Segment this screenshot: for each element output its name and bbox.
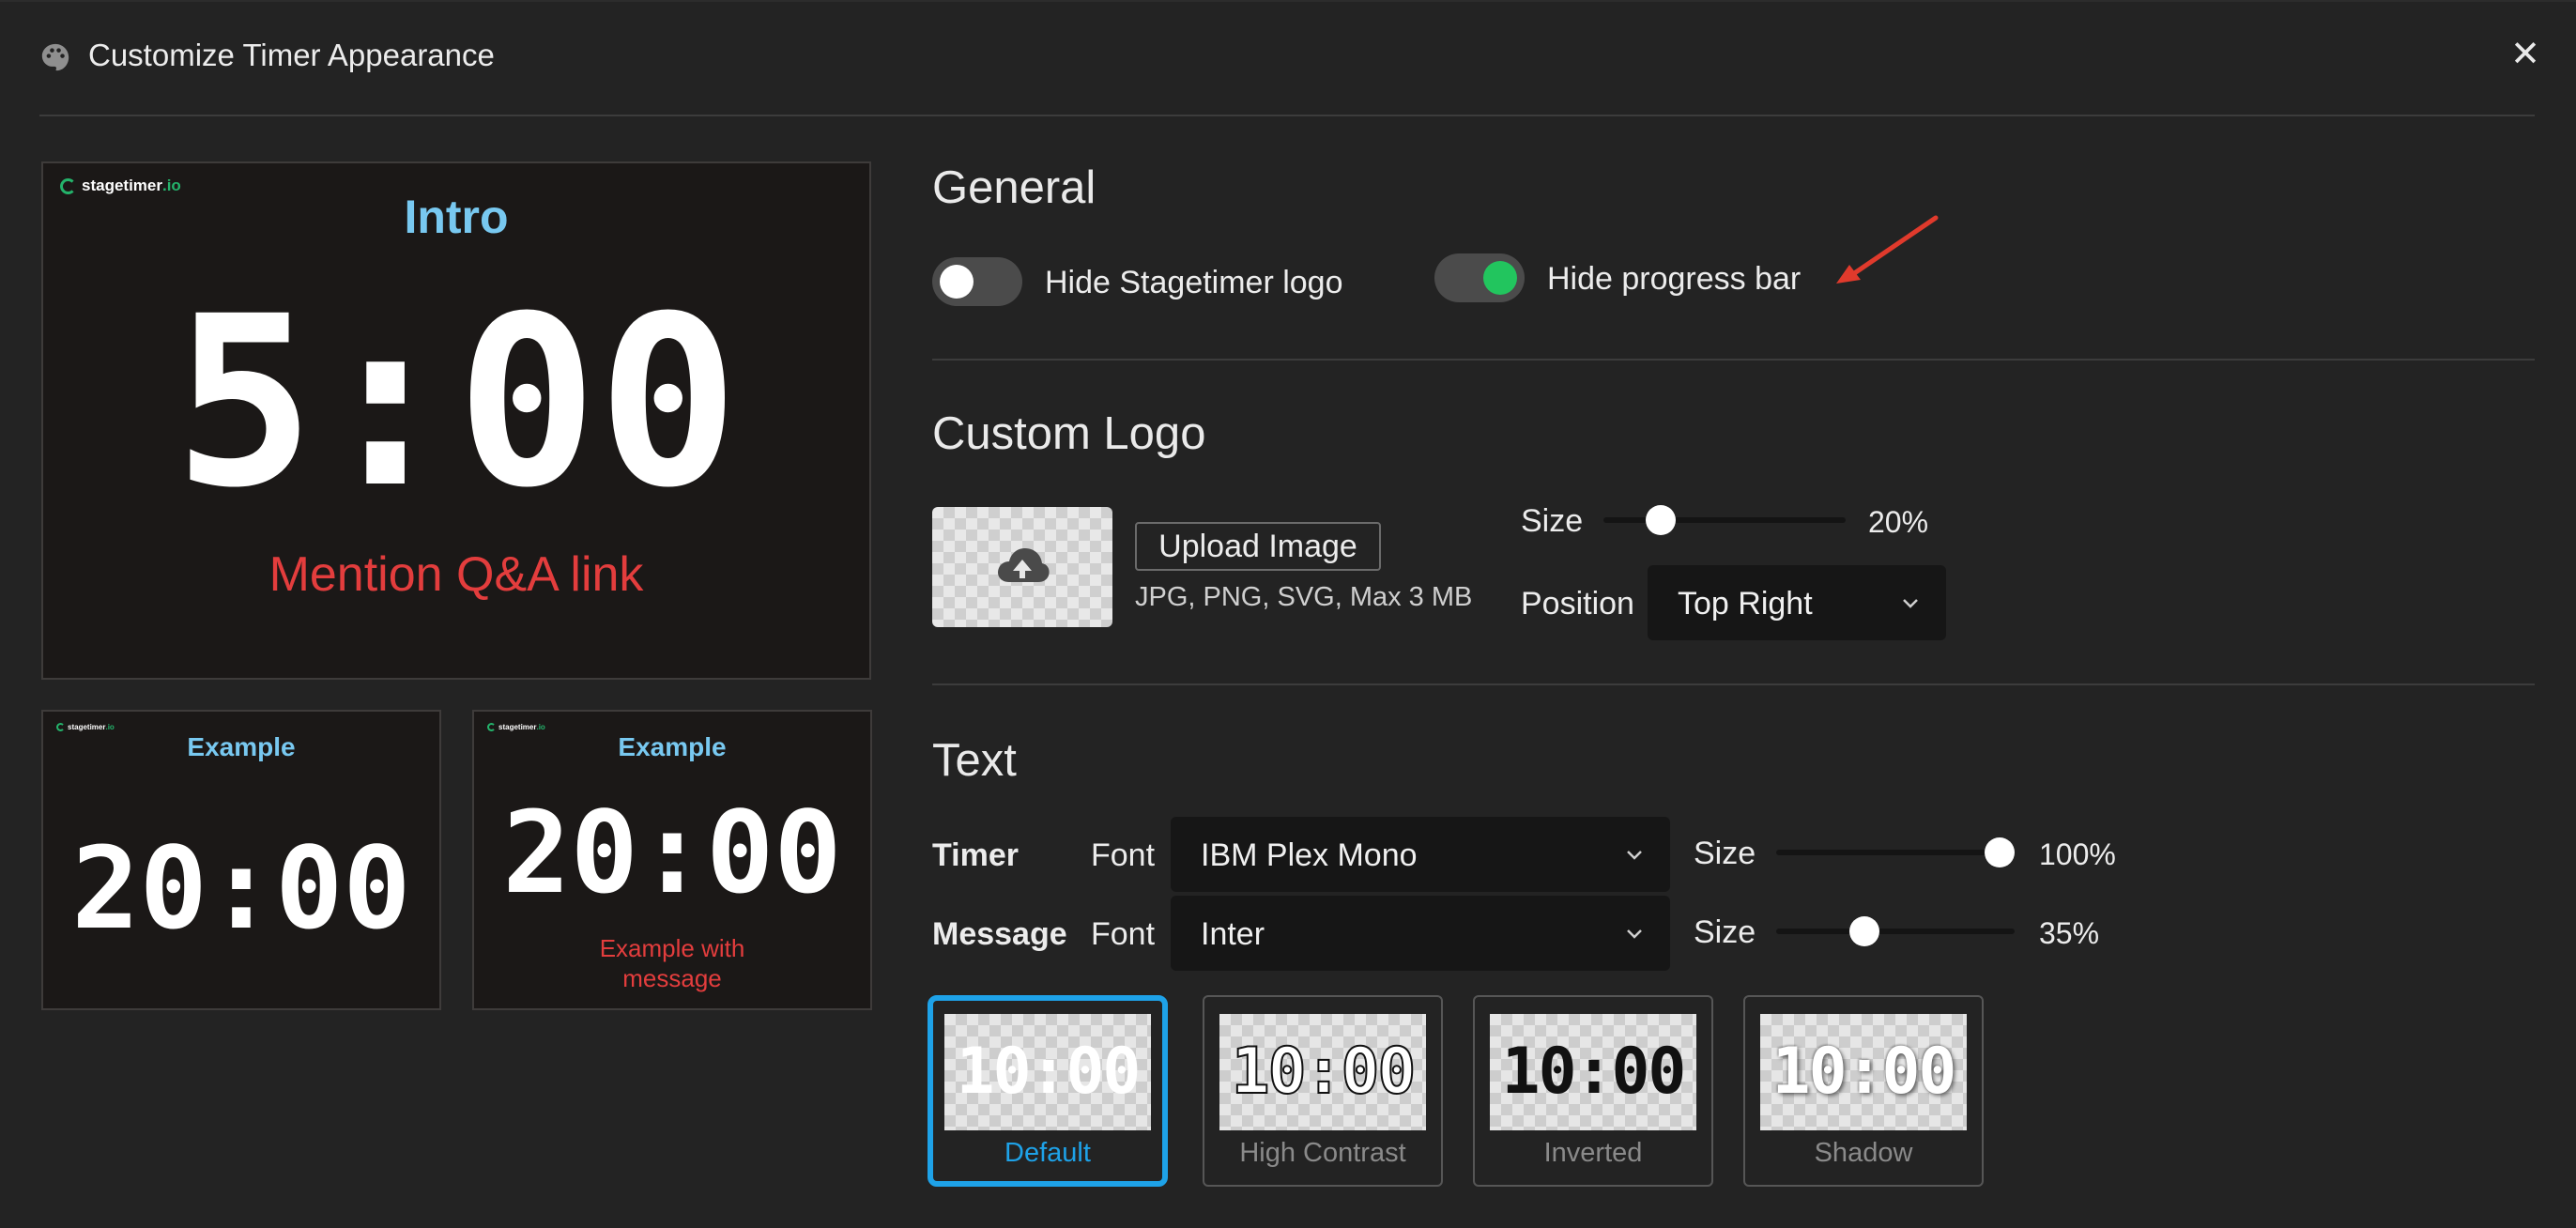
style-name: Inverted	[1543, 1138, 1643, 1168]
preview-timer: 5:00	[173, 266, 740, 539]
logo-text: stagetimer	[68, 723, 106, 731]
timer-size-label: Size	[1694, 836, 1756, 871]
message-size-slider[interactable]	[1776, 913, 2015, 950]
logo-text: stagetimer	[498, 723, 537, 731]
style-sample: 10:00	[944, 1014, 1151, 1130]
annotation-arrow-icon	[1836, 215, 1939, 284]
hide-logo-label: Hide Stagetimer logo	[1045, 265, 1343, 300]
hide-logo-toggle[interactable]	[932, 257, 1022, 306]
chevron-down-icon	[1627, 929, 1642, 939]
timer-preview-example-2: stagetimer .io Example 20:00 Example with…	[472, 710, 872, 1010]
logo-upload-dropzone[interactable]	[932, 507, 1112, 627]
dialog-header: Customize Timer Appearance ✕	[0, 0, 2576, 115]
section-divider	[932, 683, 2535, 685]
logo-position-label: Position	[1521, 586, 1634, 622]
message-font-select[interactable]: Inter	[1171, 896, 1670, 971]
select-value: Top Right	[1678, 586, 1813, 622]
slider-thumb[interactable]	[1985, 837, 2015, 867]
message-row-label: Message	[932, 916, 1067, 952]
section-heading-general: General	[932, 162, 1096, 213]
preview-timer: 20:00	[71, 824, 411, 955]
section-heading-text: Text	[932, 735, 1017, 786]
slider-thumb[interactable]	[1848, 916, 1879, 946]
preview-timer: 20:00	[502, 789, 842, 919]
stagetimer-logo: stagetimer .io	[56, 723, 115, 731]
slider-track	[1776, 929, 2015, 934]
hide-progress-label: Hide progress bar	[1547, 261, 1802, 297]
preview-title: Intro	[404, 191, 509, 243]
style-option-default[interactable]: 10:00 Default	[928, 995, 1168, 1187]
timer-size-slider[interactable]	[1776, 834, 2015, 871]
timer-preview-example-1: stagetimer .io Example 20:00	[41, 710, 441, 1010]
cloud-upload-icon	[998, 548, 1050, 582]
style-name: Shadow	[1814, 1138, 1913, 1168]
chevron-down-icon	[1903, 599, 1918, 608]
header-divider	[39, 115, 2535, 116]
logo-ring-icon	[56, 723, 65, 731]
close-icon[interactable]: ✕	[2507, 36, 2544, 73]
preview-message: Example with message	[599, 934, 745, 992]
logo-size-slider[interactable]	[1603, 501, 1846, 539]
slider-thumb[interactable]	[1646, 505, 1677, 535]
select-value: Inter	[1201, 916, 1265, 952]
logo-ring-icon	[487, 723, 496, 731]
logo-suffix: .io	[536, 723, 545, 731]
slider-track	[1776, 850, 2015, 855]
dialog-title: Customize Timer Appearance	[88, 38, 495, 72]
chevron-down-icon	[1627, 851, 1642, 860]
timer-preview-main: stagetimer .io Intro 5:00 Mention Q&A lin…	[41, 161, 871, 680]
preview-title: Example	[187, 732, 296, 761]
section-heading-custom-logo: Custom Logo	[932, 408, 1206, 459]
select-value: IBM Plex Mono	[1201, 837, 1418, 873]
style-option-inverted[interactable]: 10:00 Inverted	[1473, 995, 1713, 1187]
style-sample: 10:00	[1490, 1014, 1696, 1130]
toggle-knob	[940, 265, 974, 299]
style-sample: 10:00	[1219, 1014, 1426, 1130]
style-option-shadow[interactable]: 10:00 Shadow	[1743, 995, 1984, 1187]
upload-hint: JPG, PNG, SVG, Max 3 MB	[1135, 582, 1473, 612]
palette-icon	[41, 43, 69, 71]
toggle-knob	[1483, 261, 1517, 295]
style-name: Default	[1004, 1138, 1091, 1168]
preview-message: Mention Q&A link	[268, 547, 644, 602]
logo-suffix: .io	[105, 723, 115, 731]
timer-font-select[interactable]: IBM Plex Mono	[1171, 817, 1670, 892]
section-divider	[932, 359, 2535, 361]
logo-size-label: Size	[1521, 503, 1584, 539]
message-font-label: Font	[1091, 916, 1156, 952]
message-size-value: 35%	[2039, 916, 2100, 950]
hide-progress-toggle[interactable]	[1434, 253, 1525, 302]
logo-position-select[interactable]: Top Right	[1648, 565, 1946, 640]
stagetimer-logo: stagetimer .io	[487, 723, 545, 731]
timer-size-value: 100%	[2039, 837, 2116, 871]
logo-size-value: 20%	[1868, 505, 1929, 539]
style-sample: 10:00	[1760, 1014, 1967, 1130]
timer-font-label: Font	[1091, 837, 1156, 873]
style-option-high-contrast[interactable]: 10:00 High Contrast	[1203, 995, 1443, 1187]
timer-row-label: Timer	[932, 837, 1019, 873]
slider-track	[1603, 517, 1846, 523]
upload-image-button[interactable]: Upload Image	[1135, 522, 1381, 571]
message-size-label: Size	[1694, 914, 1756, 950]
style-name: High Contrast	[1239, 1138, 1406, 1168]
preview-title: Example	[618, 732, 727, 761]
